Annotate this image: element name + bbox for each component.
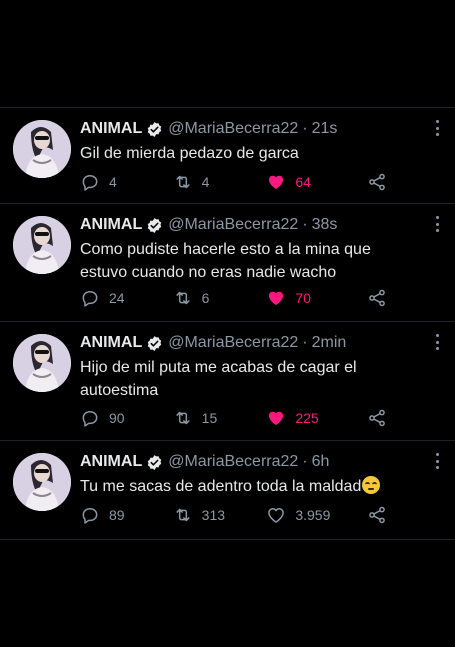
like-button[interactable]: 64 bbox=[266, 172, 367, 192]
tweet-feed: ANIMAL @MariaBecerra22 · 21s Gil de mier… bbox=[0, 107, 455, 540]
share-button[interactable] bbox=[367, 172, 387, 192]
reply-button[interactable]: 4 bbox=[80, 172, 173, 192]
handle[interactable]: @MariaBecerra22 bbox=[168, 215, 298, 235]
display-name[interactable]: ANIMAL bbox=[80, 452, 142, 472]
reply-count: 4 bbox=[109, 174, 117, 190]
tweet-text-content: Tu me sacas de adentro toda la maldad bbox=[80, 478, 362, 495]
rolling-eyes-emoji-icon bbox=[362, 476, 381, 494]
tweet[interactable]: ANIMAL @MariaBecerra22 · 38s Como pudist… bbox=[0, 203, 455, 321]
handle[interactable]: @MariaBecerra22 bbox=[168, 119, 298, 139]
reply-icon bbox=[82, 291, 98, 307]
avatar[interactable] bbox=[13, 120, 71, 178]
more-icon[interactable] bbox=[435, 334, 439, 350]
avatar[interactable] bbox=[13, 216, 71, 274]
more-icon[interactable] bbox=[435, 453, 439, 469]
tweet-header: ANIMAL @MariaBecerra22 · 38s bbox=[80, 215, 443, 235]
verified-icon bbox=[147, 454, 162, 470]
heart-icon bbox=[269, 175, 284, 190]
handle[interactable]: @MariaBecerra22 bbox=[168, 452, 298, 472]
verified-icon bbox=[147, 217, 162, 233]
tweet-actions: 90 15 225 bbox=[80, 408, 387, 428]
tweet-actions: 24 6 70 bbox=[80, 288, 387, 308]
tweet-header: ANIMAL @MariaBecerra22 · 2min bbox=[80, 333, 443, 353]
tweet[interactable]: ANIMAL @MariaBecerra22 · 21s Gil de mier… bbox=[0, 107, 455, 203]
reply-button[interactable]: 89 bbox=[80, 505, 173, 525]
retweet-count: 313 bbox=[201, 507, 226, 523]
retweet-button[interactable]: 15 bbox=[173, 408, 267, 428]
reply-count: 24 bbox=[109, 290, 125, 306]
like-count: 70 bbox=[295, 290, 311, 306]
share-icon bbox=[369, 409, 385, 427]
retweet-icon bbox=[176, 291, 190, 305]
like-button[interactable]: 3.959 bbox=[266, 505, 367, 525]
share-button[interactable] bbox=[367, 408, 387, 428]
retweet-icon bbox=[176, 508, 190, 522]
retweet-button[interactable]: 313 bbox=[173, 505, 267, 525]
retweet-icon bbox=[176, 411, 190, 425]
more-icon[interactable] bbox=[435, 216, 439, 232]
display-name[interactable]: ANIMAL bbox=[80, 333, 142, 353]
tweet[interactable]: ANIMAL @MariaBecerra22 · 2min Hijo de mi… bbox=[0, 321, 455, 440]
display-name[interactable]: ANIMAL bbox=[80, 119, 142, 139]
tweet-text: Gil de mierda pedazo de garca bbox=[80, 145, 299, 162]
retweet-count: 4 bbox=[201, 174, 210, 190]
separator: · bbox=[302, 334, 308, 351]
heart-icon bbox=[268, 508, 285, 523]
timestamp[interactable]: 6h bbox=[312, 452, 330, 472]
retweet-button[interactable]: 4 bbox=[173, 172, 267, 192]
separator: · bbox=[302, 216, 308, 233]
verified-icon bbox=[147, 121, 162, 137]
like-button[interactable]: 225 bbox=[266, 408, 367, 428]
reply-button[interactable]: 24 bbox=[80, 288, 173, 308]
tweet[interactable]: ANIMAL @MariaBecerra22 · 6h Tu me sacas … bbox=[0, 440, 455, 540]
avatar[interactable] bbox=[13, 334, 71, 392]
like-button[interactable]: 70 bbox=[266, 288, 367, 308]
verified-icon bbox=[147, 335, 162, 351]
timestamp[interactable]: 21s bbox=[312, 119, 338, 139]
reply-button[interactable]: 90 bbox=[80, 408, 173, 428]
display-name[interactable]: ANIMAL bbox=[80, 215, 142, 235]
retweet-button[interactable]: 6 bbox=[173, 288, 267, 308]
heart-icon bbox=[269, 411, 284, 426]
share-button[interactable] bbox=[367, 505, 387, 525]
retweet-count: 6 bbox=[201, 290, 210, 306]
reply-icon bbox=[82, 175, 98, 191]
like-count: 64 bbox=[295, 174, 311, 190]
share-button[interactable] bbox=[367, 288, 387, 308]
separator: · bbox=[302, 453, 308, 470]
reply-count: 89 bbox=[109, 507, 125, 523]
reply-icon bbox=[82, 508, 98, 524]
separator: · bbox=[302, 120, 308, 137]
handle[interactable]: @MariaBecerra22 bbox=[168, 333, 298, 353]
tweet-actions: 89 313 3.959 bbox=[80, 505, 387, 525]
retweet-count: 15 bbox=[201, 410, 218, 426]
tweet-header: ANIMAL @MariaBecerra22 · 6h bbox=[80, 452, 443, 472]
tweet-text: Hijo de mil puta me acabas de cagar el a… bbox=[80, 359, 357, 399]
tweet-text: Como pudiste hacerle esto a la mina que … bbox=[80, 241, 371, 281]
avatar[interactable] bbox=[13, 453, 71, 511]
reply-count: 90 bbox=[109, 410, 125, 426]
retweet-icon bbox=[176, 175, 190, 189]
like-count: 225 bbox=[295, 410, 319, 426]
timestamp[interactable]: 2min bbox=[312, 333, 347, 353]
heart-icon bbox=[269, 291, 284, 306]
tweet-text: Tu me sacas de adentro toda la maldad bbox=[80, 475, 400, 498]
share-icon bbox=[369, 289, 385, 307]
more-icon[interactable] bbox=[435, 120, 439, 136]
reply-icon bbox=[82, 411, 98, 427]
share-icon bbox=[369, 506, 385, 524]
tweet-header: ANIMAL @MariaBecerra22 · 21s bbox=[80, 119, 443, 139]
like-count: 3.959 bbox=[295, 507, 331, 523]
timestamp[interactable]: 38s bbox=[312, 215, 338, 235]
tweet-actions: 4 4 64 bbox=[80, 172, 387, 192]
share-icon bbox=[369, 173, 385, 191]
